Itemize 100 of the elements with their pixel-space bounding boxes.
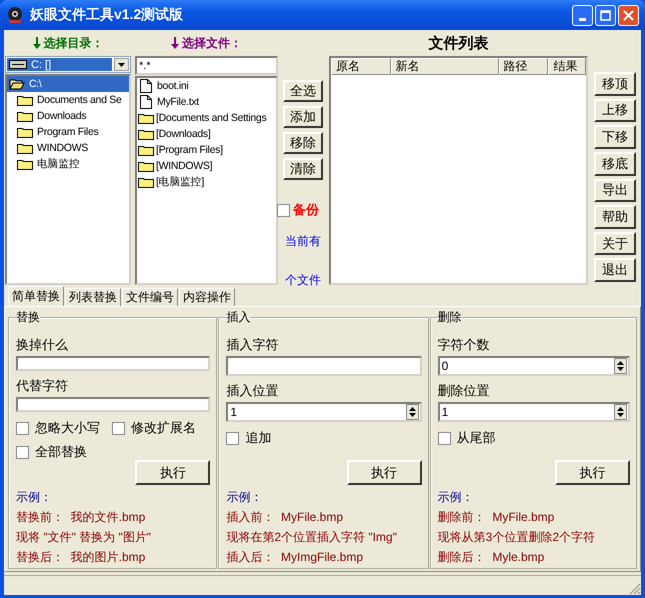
input-field[interactable] — [16, 397, 210, 412]
execute-button[interactable]: 执行 — [346, 460, 422, 485]
window-title: 妖眼文件工具v1.2测试版 — [30, 6, 184, 24]
folder-tree[interactable]: C:\ Documents and Se Downloads Program Files WINDOWS 电脑监控 — [5, 74, 131, 285]
list-button[interactable]: 全选 — [283, 80, 323, 102]
list-button[interactable]: 清除 — [283, 158, 323, 180]
close-icon — [623, 10, 634, 20]
input-field[interactable] — [16, 356, 210, 371]
spin-field[interactable]: 1 — [226, 402, 422, 422]
close-button[interactable] — [618, 4, 639, 26]
folder-icon — [138, 112, 154, 124]
checkbox-label: 全部替换 — [35, 443, 87, 461]
field-label: 删除位置 — [438, 382, 491, 399]
example-text: 插入后： MyImgFile.bmp — [226, 549, 364, 566]
side-button[interactable]: 移底 — [594, 152, 636, 176]
resize-grip-icon — [629, 583, 641, 595]
execute-button[interactable]: 执行 — [555, 460, 630, 485]
folder-icon — [17, 142, 33, 154]
tab[interactable]: 简单替换 — [8, 286, 64, 306]
side-button[interactable]: 关于 — [594, 232, 636, 256]
checkbox[interactable] — [112, 422, 125, 434]
down-arrow-icon — [32, 37, 40, 49]
folder-icon — [17, 158, 33, 170]
checkbox-label: 忽略大小写 — [35, 419, 100, 437]
side-button[interactable]: 退出 — [594, 258, 636, 282]
side-button[interactable]: 帮助 — [594, 205, 636, 229]
folder-icon — [17, 110, 33, 122]
field-label: 插入位置 — [226, 382, 280, 399]
example-heading: 示例： — [226, 489, 264, 506]
group-title: 删除 — [438, 309, 462, 326]
tab[interactable]: 文件编号 — [122, 288, 178, 306]
folder-icon — [138, 128, 154, 140]
checkbox[interactable] — [277, 204, 290, 216]
group-title: 替换 — [16, 309, 40, 326]
down-arrow-icon — [171, 37, 179, 49]
file-count-label: 当前有 — [285, 233, 321, 250]
tree-item[interactable]: Downloads — [15, 108, 129, 124]
list-button[interactable]: 添加 — [283, 106, 323, 128]
checkbox[interactable] — [438, 432, 451, 444]
tree-item[interactable]: C:\ — [7, 76, 129, 92]
side-button[interactable]: 下移 — [594, 125, 636, 149]
checkbox[interactable] — [16, 422, 29, 434]
file-count-label: 个文件 — [285, 272, 321, 289]
tab[interactable]: 内容操作 — [179, 288, 235, 306]
example-heading: 示例： — [16, 489, 53, 506]
tree-item[interactable]: Program Files — [15, 124, 129, 140]
folder-icon — [138, 176, 154, 188]
tree-item[interactable]: Documents and Se — [15, 92, 129, 108]
tree-item[interactable]: WINDOWS — [15, 140, 129, 156]
section-label: 选择文件： — [182, 34, 242, 52]
checkbox-label: 从尾部 — [456, 429, 496, 447]
spin-field[interactable]: 1 — [438, 402, 630, 422]
drive-dropdown[interactable]: C: [] — [5, 56, 131, 73]
document-icon — [140, 79, 152, 93]
list-button[interactable]: 移除 — [283, 132, 323, 154]
example-text: 现将 "文件" 替换为 "图片" — [16, 529, 152, 546]
folder-icon — [17, 126, 33, 138]
minimize-button[interactable] — [572, 4, 593, 26]
file-item[interactable]: boot.ini — [137, 78, 276, 94]
document-icon — [140, 95, 152, 109]
drive-value: C: [] — [31, 58, 52, 70]
folder-icon — [138, 144, 154, 156]
column-header[interactable]: 结果 — [548, 58, 586, 75]
checkbox-label: 备份 — [293, 201, 319, 219]
file-item[interactable]: [Documents and Settings — [137, 110, 276, 126]
execute-button[interactable]: 执行 — [135, 460, 210, 485]
filter-field[interactable]: *.* — [135, 56, 278, 75]
side-button[interactable]: 导出 — [594, 178, 636, 202]
checkbox-label: 追加 — [245, 429, 272, 447]
example-heading: 示例： — [438, 489, 475, 506]
tab[interactable]: 列表替换 — [65, 288, 121, 306]
checkbox[interactable] — [226, 432, 240, 444]
maximize-button[interactable] — [595, 4, 616, 26]
folder-icon — [138, 160, 154, 172]
file-item[interactable]: [Downloads] — [137, 126, 276, 142]
spin-arrows-icon — [406, 404, 419, 420]
side-button[interactable]: 移顶 — [594, 72, 636, 96]
group-title: 插入 — [226, 309, 250, 326]
maximize-icon — [600, 10, 611, 20]
checkbox[interactable] — [16, 446, 29, 458]
tree-item[interactable]: 电脑监控 — [15, 156, 129, 172]
file-item[interactable]: [Program Files] — [137, 142, 276, 158]
example-text: 替换前： 我的文件.bmp — [16, 509, 146, 526]
file-item[interactable]: MyFile.txt — [137, 94, 276, 110]
column-header[interactable]: 新名 — [390, 58, 499, 75]
column-header[interactable]: 路径 — [498, 58, 548, 75]
field-label: 字符个数 — [438, 336, 491, 353]
file-list[interactable]: boot.ini MyFile.txt [Documents and Settings [Downloads] [Program Files] [WINDOWS] [电脑监控] — [135, 76, 278, 285]
caret-icon — [118, 62, 125, 66]
spin-arrows-icon — [614, 358, 627, 374]
file-item[interactable]: [电脑监控] — [137, 174, 276, 190]
open-folder-icon — [9, 78, 25, 90]
spin-field[interactable]: 0 — [438, 356, 630, 376]
list-title: 文件列表 — [428, 34, 490, 54]
input-field[interactable] — [226, 356, 422, 376]
column-header[interactable]: 原名 — [331, 58, 391, 75]
example-text: 现将在第2个位置插入字符 "Img" — [226, 529, 398, 546]
field-label: 插入字符 — [226, 336, 280, 353]
file-item[interactable]: [WINDOWS] — [137, 158, 276, 174]
side-button[interactable]: 上移 — [594, 98, 636, 122]
